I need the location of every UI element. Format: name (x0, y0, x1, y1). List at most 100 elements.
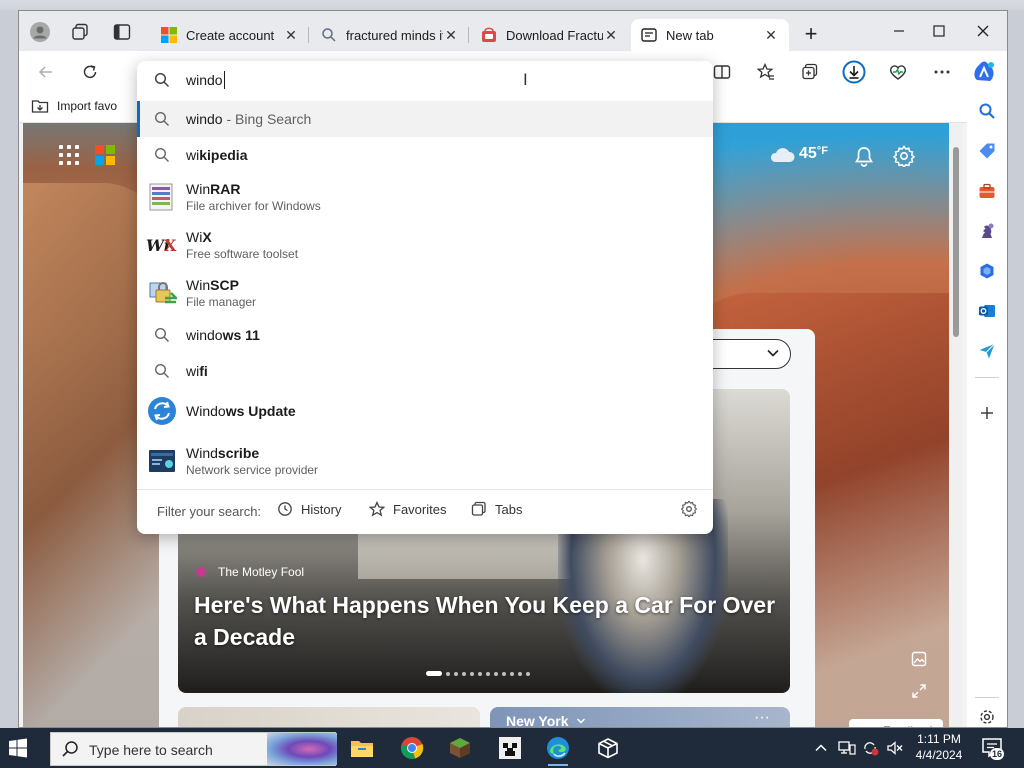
tray-chevron-up-icon[interactable] (814, 728, 828, 768)
microsoft-logo-icon (161, 27, 177, 43)
import-favorites-button[interactable]: Import favo (31, 97, 117, 115)
browser-essentials-icon[interactable] (885, 59, 911, 85)
downloads-icon[interactable] (841, 59, 867, 85)
search-icon (146, 355, 178, 387)
tab-download-fractured[interactable]: Download Fractu ✕ (471, 19, 629, 51)
taskbar-search-box[interactable]: Type here to search (50, 732, 337, 766)
shopping-tag-icon[interactable] (973, 137, 1001, 165)
settings-more-icon[interactable] (929, 59, 955, 85)
collections-icon[interactable] (797, 59, 823, 85)
notifications-bell-icon[interactable] (853, 145, 875, 170)
games-chess-icon[interactable] (973, 217, 1001, 245)
suggestion-settings-gear-icon[interactable] (681, 501, 705, 517)
feedback-button[interactable]: Feedback (849, 719, 943, 727)
page-scrollbar[interactable] (949, 123, 963, 727)
tab-fractured-minds[interactable]: fractured minds it ✕ (311, 19, 469, 51)
notification-center-icon[interactable]: 16 (980, 736, 1005, 763)
tab-close-icon[interactable]: ✕ (283, 27, 299, 44)
address-bar-suggestions: windo I windo - Bing Search wikipedia Wi… (137, 61, 713, 534)
minimize-icon[interactable] (879, 17, 919, 45)
file-explorer-icon[interactable] (342, 732, 382, 764)
tab-label: New tab (666, 27, 714, 43)
filter-tabs-button[interactable]: Tabs (471, 501, 522, 517)
package-app-icon[interactable] (588, 732, 628, 764)
tab-create-account[interactable]: Create account ✕ (151, 19, 309, 51)
page-settings-gear-icon[interactable] (892, 145, 916, 170)
profile-icon[interactable] (27, 19, 53, 45)
sidebar-search-icon[interactable] (973, 97, 1001, 125)
outlook-icon[interactable] (973, 297, 1001, 325)
weather-card-city: New York (506, 713, 586, 727)
svg-text:X: X (164, 236, 177, 255)
send-drop-icon[interactable] (973, 337, 1001, 365)
network-icon[interactable] (838, 728, 856, 768)
tab-close-icon[interactable]: ✕ (763, 27, 779, 44)
card-more-options[interactable]: ··· (754, 709, 770, 727)
history-icon (278, 502, 292, 516)
sidebar-divider (975, 697, 999, 698)
back-icon[interactable] (33, 59, 59, 85)
suggestion-wix[interactable]: Wi X WiX Free software toolset (137, 221, 713, 269)
windows-start-icon[interactable] (8, 738, 28, 761)
tools-briefcase-icon[interactable] (973, 177, 1001, 205)
news-card-thumbnail[interactable] (178, 707, 480, 727)
suggestion-wifi[interactable]: wifi (137, 353, 713, 389)
suggestion-windscribe[interactable]: Windscribe Network service provider (137, 437, 713, 485)
hero-title[interactable]: Here's What Happens When You Keep a Car … (194, 589, 784, 653)
volume-muted-icon[interactable] (886, 728, 904, 768)
add-sidebar-app-icon[interactable] (973, 399, 1001, 427)
suggestion-windo-bing-search[interactable]: windo - Bing Search (137, 101, 713, 137)
search-icon (146, 103, 178, 135)
address-bar[interactable]: windo I (137, 61, 713, 99)
refresh-icon[interactable] (77, 59, 103, 85)
weather-unit: °F (816, 145, 828, 157)
winrar-icon (146, 181, 178, 213)
tab-close-icon[interactable]: ✕ (443, 27, 459, 44)
tab-new-tab[interactable]: New tab ✕ (631, 19, 789, 51)
tab-label: fractured minds it (346, 27, 443, 43)
search-icon (146, 319, 178, 351)
suggestion-winrar[interactable]: WinRAR File archiver for Windows (137, 173, 713, 221)
background-info-icon[interactable] (911, 651, 929, 669)
weather-card-new-york[interactable]: New York ··· (490, 707, 790, 727)
address-input-value[interactable]: windo (186, 72, 223, 88)
taskbar-clock[interactable]: 1:11 PM 4/4/2024 (906, 731, 972, 763)
tabs-icon (471, 501, 486, 516)
winscp-icon (146, 277, 178, 309)
suggestion-windows-update[interactable]: Windows Update (137, 389, 713, 433)
suggestion-winscp[interactable]: WinSCP File manager (137, 269, 713, 317)
filter-favorites-button[interactable]: Favorites (369, 501, 446, 517)
windows-taskbar: Type here to search 1:11 PM 4/4/2024 16 (0, 728, 1024, 768)
chrome-icon[interactable] (392, 732, 432, 764)
carousel-indicator[interactable] (426, 671, 530, 676)
weather-widget[interactable]: 45 °F (769, 145, 828, 163)
filter-history-button[interactable]: History (277, 501, 341, 517)
hero-source[interactable]: The Motley Fool (196, 565, 304, 579)
microsoft-365-icon[interactable] (973, 257, 1001, 285)
sync-alert-icon[interactable] (862, 728, 880, 768)
copilot-icon[interactable] (971, 59, 997, 85)
suggestion-windows-11[interactable]: windows 11 (137, 317, 713, 353)
vertical-tabs-icon[interactable] (109, 19, 135, 45)
app-launcher-icon[interactable] (59, 145, 79, 165)
clock-date: 4/4/2024 (915, 748, 963, 762)
tab-close-icon[interactable]: ✕ (603, 27, 619, 44)
chevron-down-icon (577, 718, 586, 724)
minecraft-launcher-icon[interactable] (490, 732, 530, 764)
expand-icon[interactable] (911, 683, 929, 701)
minecraft-icon[interactable] (440, 732, 480, 764)
suggestion-wikipedia[interactable]: wikipedia (137, 137, 713, 173)
maximize-icon[interactable] (919, 17, 959, 45)
close-window-icon[interactable] (963, 17, 1003, 45)
motley-fool-logo-icon (196, 567, 206, 577)
new-tab-plus-icon[interactable]: + (799, 23, 823, 47)
text-caret (224, 71, 225, 89)
favorites-icon[interactable] (753, 59, 779, 85)
browser-window: Create account ✕ fractured minds it ✕ Do… (18, 10, 1008, 728)
search-filter-footer: Filter your search: History Favorites Ta… (137, 489, 713, 534)
new-tab-page-icon (641, 27, 657, 43)
tab-label: Create account (186, 27, 275, 43)
edge-icon[interactable] (538, 732, 578, 766)
sidebar-settings-icon[interactable] (973, 703, 1001, 727)
workspaces-icon[interactable] (67, 19, 93, 45)
